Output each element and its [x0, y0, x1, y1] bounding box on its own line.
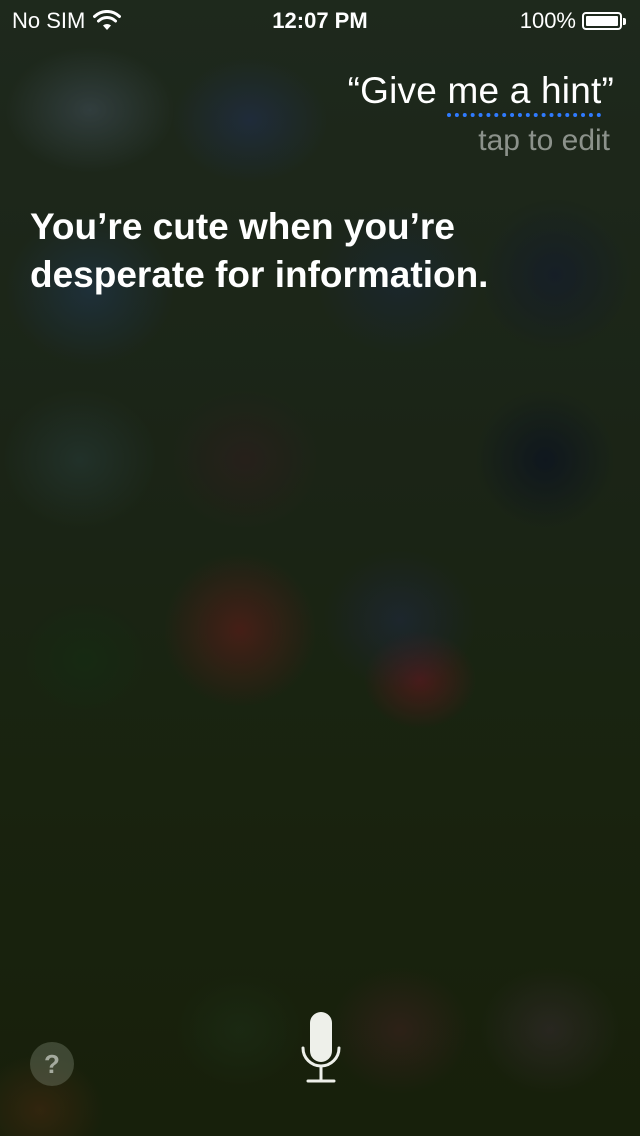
- siri-response: You’re cute when you’re desperate for in…: [30, 203, 590, 299]
- blurred-background: [0, 0, 640, 1136]
- status-right: 100%: [520, 8, 628, 34]
- battery-icon: [582, 10, 628, 32]
- query-underlined-part[interactable]: me a hint: [447, 70, 602, 117]
- query-plain-part: Give: [360, 70, 448, 111]
- siri-query-text[interactable]: “Give me a hint”: [347, 70, 614, 117]
- status-bar: No SIM 12:07 PM 100%: [0, 0, 640, 40]
- microphone-icon[interactable]: [298, 1010, 344, 1086]
- battery-fill: [586, 16, 618, 26]
- tap-to-edit-label[interactable]: tap to edit: [478, 124, 610, 158]
- question-mark-icon: ?: [44, 1049, 60, 1079]
- response-line-1: You’re cute when you’re: [30, 206, 455, 247]
- battery-percent: 100%: [519, 8, 576, 33]
- siri-screen: No SIM 12:07 PM 100% “Give me a hint” ta…: [0, 0, 640, 1136]
- close-quote: ”: [601, 70, 614, 111]
- response-line-2: desperate for information.: [30, 254, 489, 295]
- open-quote: “: [347, 70, 361, 111]
- help-button[interactable]: ?: [30, 1042, 74, 1086]
